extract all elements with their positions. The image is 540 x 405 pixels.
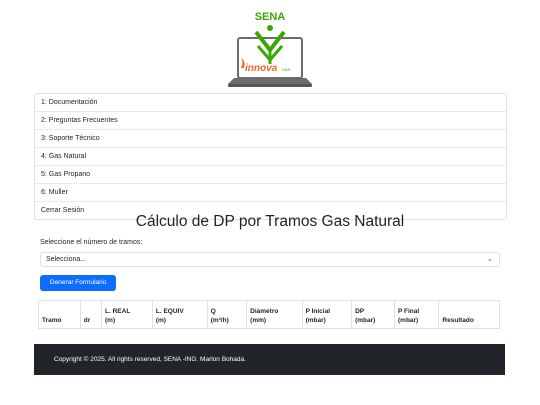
th-p-final: P Final (mbar) [393,300,440,329]
th-q: Q (m³/h) [206,300,248,329]
menu-item-muller[interactable]: 6: Muller [35,184,506,202]
page-title: Cálculo de DP por Tramos Gas Natural [135,213,405,230]
th-resultado: Resultado [438,300,500,329]
generate-form-button[interactable]: Generar Formulario [40,275,116,291]
chevron-down-icon: ⌄ [487,256,493,263]
tramos-select-label: Seleccione el número de tramos: [40,239,143,246]
logo-text-innova: innova [245,63,278,74]
menu-item-soporte-tecnico[interactable]: 3: Soporte Técnico [35,130,506,148]
tramos-select[interactable]: Selecciona... ⌄ [40,252,500,267]
menu-item-gas-natural[interactable]: 4: Gas Natural [35,148,506,166]
logo-text-gas: GAS [282,67,291,72]
main-menu: 1: Documentación 2: Preguntas Frecuentes… [34,93,507,220]
logo-graphic: SENA innova GAS [228,11,312,87]
th-tramo: Tramo [38,300,81,329]
menu-item-preguntas-frecuentes[interactable]: 2: Preguntas Frecuentes [35,112,506,130]
th-p-inicial: P Inicial (mbar) [301,300,353,329]
table-header-row: Tramo dr L. REAL (m) L. EQUIV (m) Q (m³/h) … [38,300,500,329]
th-diametro: Diámetro (mm) [246,300,303,329]
th-dr: dr [79,300,103,329]
sena-innova-logo: SENA innova GAS [226,8,314,92]
th-l-equiv: L. EQUIV (m) [151,300,208,329]
tramos-table: Tramo dr L. REAL (m) L. EQUIV (m) Q (m³/h) … [38,300,500,329]
tramos-select-value: Selecciona... [46,256,87,263]
th-dp: DP (mbar) [351,300,395,329]
page-footer: Copyright © 2025. All rights reserved, S… [34,344,505,375]
menu-item-gas-propano[interactable]: 5: Gas Propano [35,166,506,184]
logo-text-sena: SENA [255,11,286,23]
footer-copyright: Copyright © 2025. All rights reserved, S… [54,356,246,363]
th-l-real: L. REAL (m) [101,300,153,329]
menu-item-documentacion[interactable]: 1: Documentación [35,94,506,112]
